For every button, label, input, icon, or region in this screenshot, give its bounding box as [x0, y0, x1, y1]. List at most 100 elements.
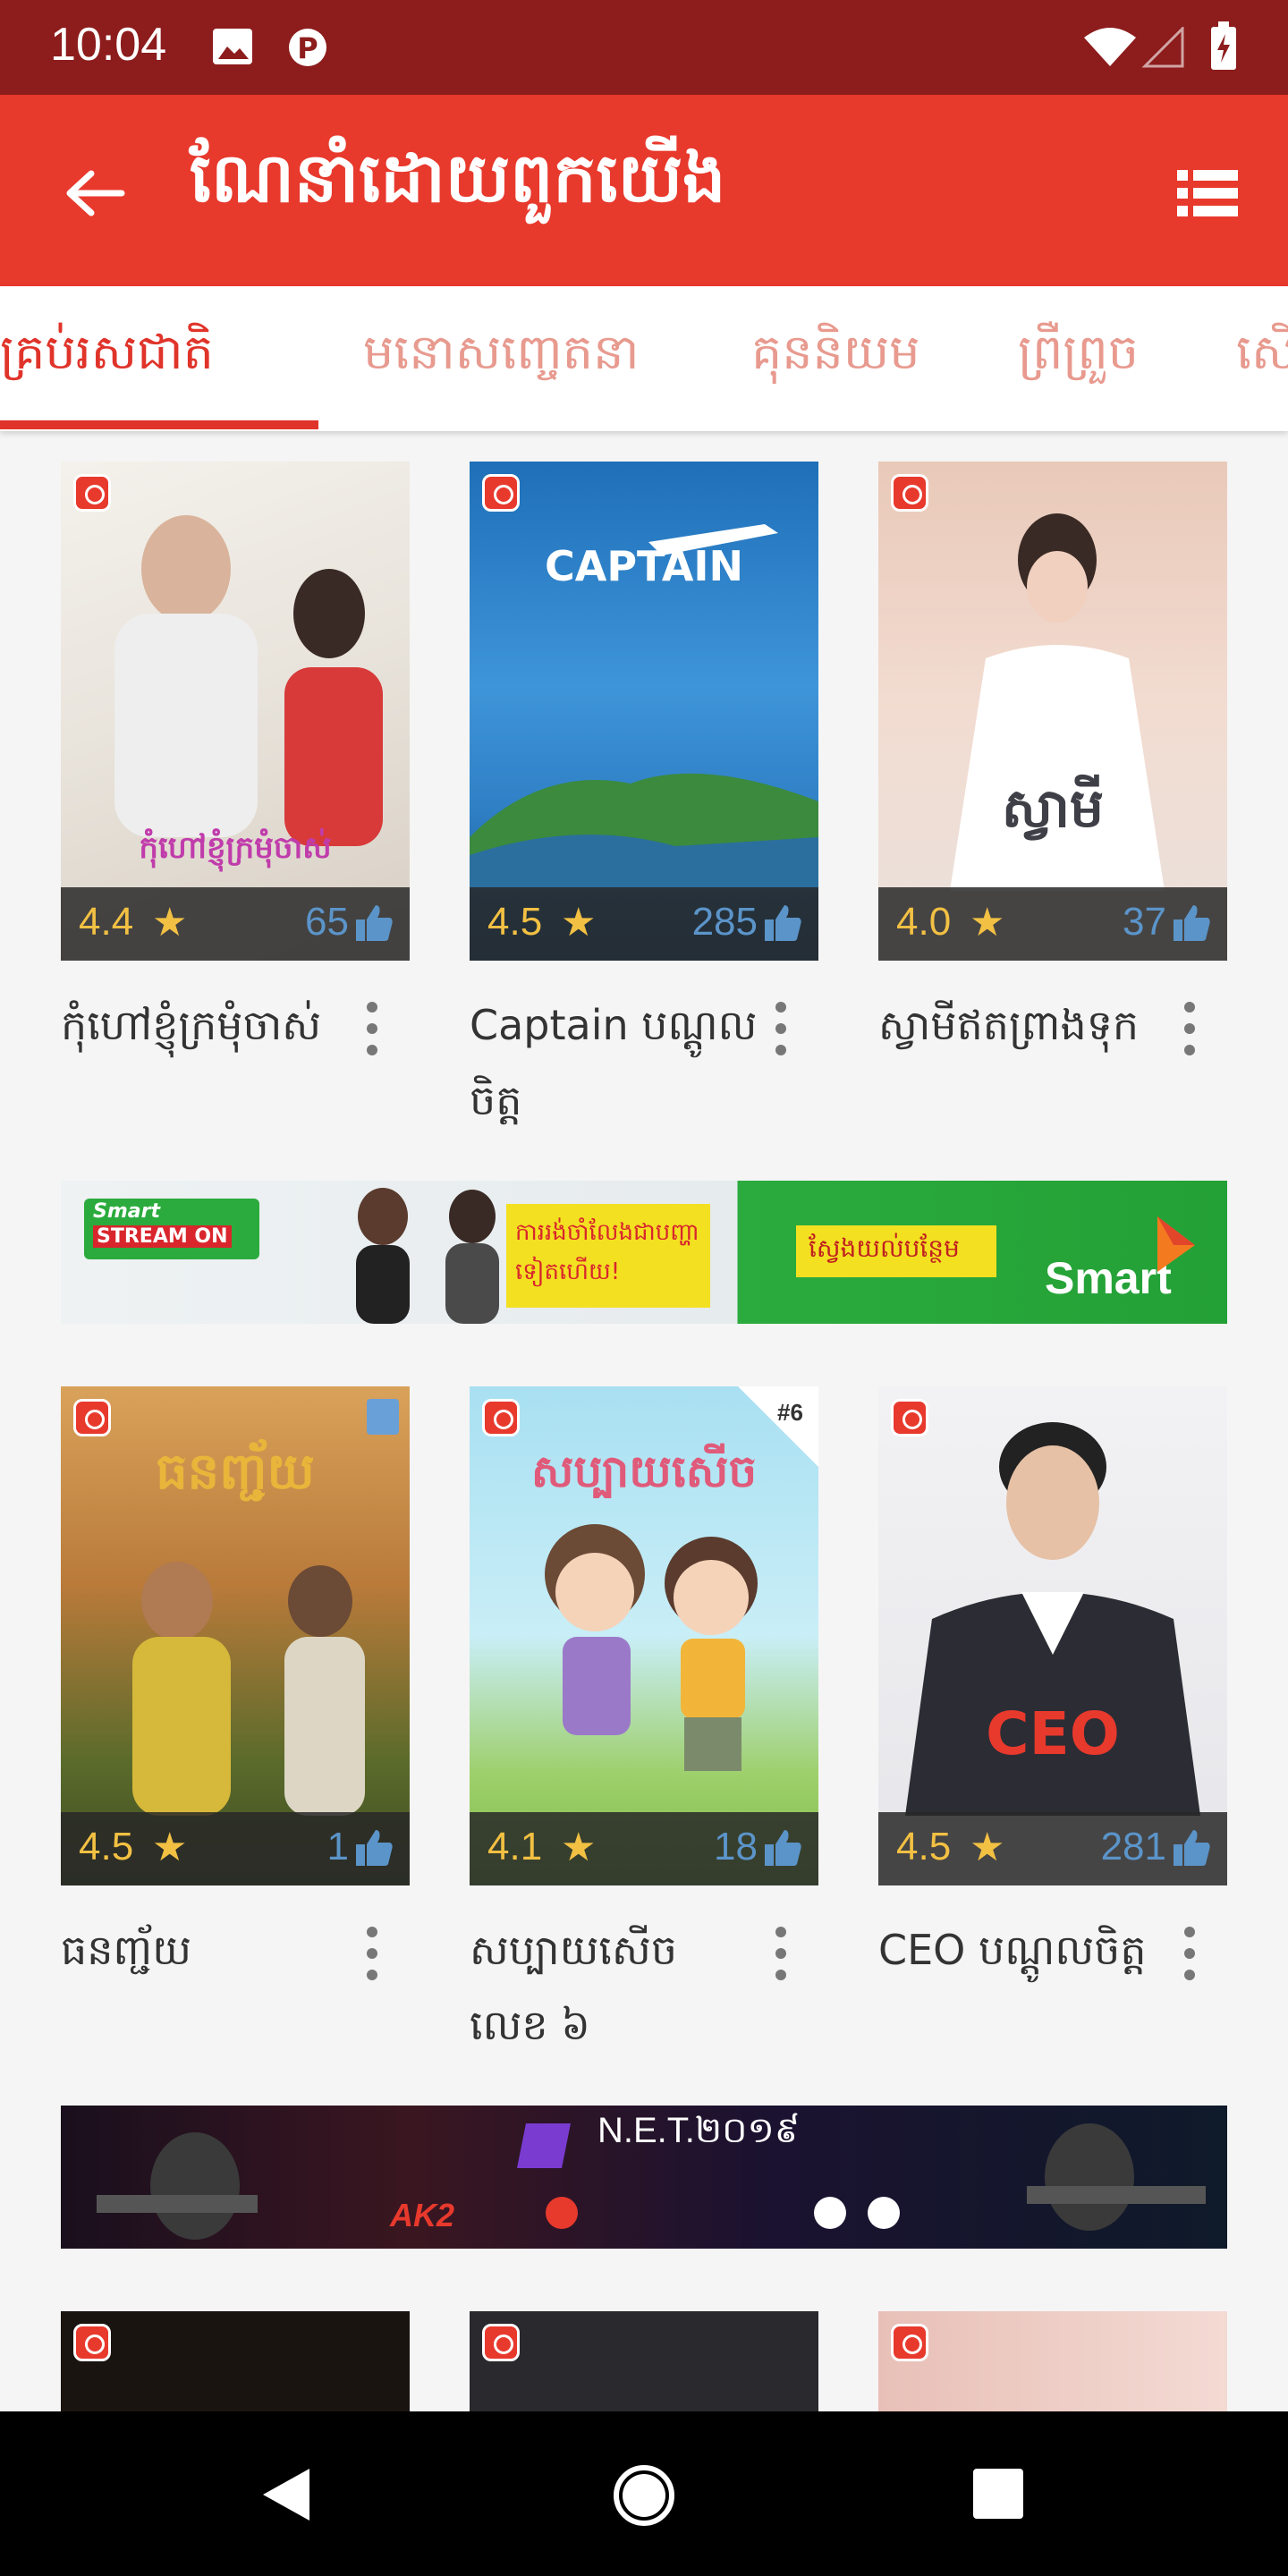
- thumbs-up-icon: [1172, 902, 1213, 943]
- cover-title: សប្បាយសើច: [530, 1445, 758, 1497]
- nav-recents-icon[interactable]: [971, 2467, 1025, 2524]
- star-icon: ★: [152, 900, 188, 945]
- image-notification-icon: [211, 27, 254, 70]
- book-cover[interactable]: #6 សប្បាយសើច 4.1 ★ 18: [470, 1386, 818, 1885]
- rating-bar: 4.0 ★ 37: [878, 887, 1227, 961]
- rating-value: 4.5: [487, 900, 543, 944]
- smart-stream-on-banner[interactable]: Smart STREAM ON ការរង់ចាំលែងជាបញ្ហាទៀតហើ…: [61, 1181, 1227, 1324]
- book-title[interactable]: កុំហៅខ្ញុំក្រមុំចាស់: [61, 987, 356, 1063]
- star-icon: ★: [561, 900, 597, 945]
- star-icon: ★: [970, 1825, 1005, 1870]
- star-icon: ★: [152, 1825, 188, 1870]
- cell-signal-icon: [1141, 25, 1186, 72]
- nav-home-icon[interactable]: [612, 2463, 676, 2531]
- cover-title: ធនញ្ជ័យ: [156, 1443, 315, 1501]
- book-cover[interactable]: CAPTAIN 4.5 ★ 285: [470, 462, 818, 961]
- svg-text:P: P: [297, 31, 318, 65]
- smart-brand-label: Smart: [93, 1200, 160, 1223]
- status-bar: 10:04 P: [0, 0, 1288, 95]
- book-title[interactable]: CEO បណ្តូលចិត្ត: [878, 1912, 1174, 1987]
- rating-value: 4.5: [896, 1825, 952, 1868]
- learn-more-label: ស្វែងយល់បន្ថែម: [809, 1233, 960, 1263]
- app-bar: ណែនាំដោយពួកយើង: [0, 95, 1288, 286]
- thumbs-up-icon: [763, 902, 804, 943]
- publisher-badge-icon: [73, 2324, 111, 2361]
- ak2-sponsor-logo: AK2: [390, 2197, 455, 2233]
- net-esports-banner[interactable]: N.E.T.២០១៩ AK2: [61, 2106, 1227, 2249]
- more-options-icon[interactable]: [345, 998, 399, 1061]
- publisher-badge-icon: [482, 474, 520, 512]
- battery-icon: [1209, 21, 1238, 75]
- book-cover[interactable]: ស្វាមី 4.0 ★ 37: [878, 462, 1227, 961]
- tab-romance[interactable]: មនោសញ្ចេតនា: [363, 322, 640, 393]
- publisher-badge-icon: [891, 474, 928, 512]
- book-cover[interactable]: [878, 2311, 1227, 2411]
- likes-count: 285: [691, 900, 758, 944]
- tab-virtue[interactable]: គុននិយម: [751, 322, 920, 393]
- smart-logo-icon: [1157, 1216, 1195, 1272]
- cover-title: ស្វាមី: [1001, 777, 1105, 840]
- publisher-badge-icon: [482, 2324, 520, 2361]
- stream-on-label: STREAM ON: [93, 1225, 232, 1248]
- book-title[interactable]: សប្បាយសើច លេខ ៦: [470, 1912, 765, 2063]
- screen: 10:04 P ណែនាំដោយពួកយើង គ្រប់រសជាតិ មនោសញ…: [0, 0, 1288, 2576]
- page-title: ណែនាំដោយពួកយើង: [190, 138, 726, 217]
- rating-value: 4.0: [896, 900, 952, 944]
- likes-count: 1: [326, 1825, 349, 1868]
- publisher-badge-icon: [891, 2324, 928, 2361]
- book-cover[interactable]: [61, 2311, 410, 2411]
- thumbs-up-icon: [354, 902, 395, 943]
- rating-bar: 4.4 ★ 65: [61, 887, 410, 961]
- net-banner-title: N.E.T.២០១៩: [597, 2111, 801, 2150]
- tab-comedy[interactable]: សើ: [1236, 322, 1288, 393]
- book-cover[interactable]: កុំហៅខ្ញុំក្រមុំចាស់ 4.4 ★ 65: [61, 462, 410, 961]
- cover-title: កុំហៅខ្ញុំក្រមុំចាស់: [139, 830, 332, 866]
- book-cover[interactable]: [470, 2311, 818, 2411]
- episode-tag: #6: [777, 1399, 803, 1426]
- likes-count: 37: [1123, 900, 1166, 944]
- publisher-badge-icon: [73, 1399, 111, 1436]
- likes-count: 65: [305, 900, 349, 944]
- book-title[interactable]: ស្វាមីឥតព្រាងទុក: [878, 987, 1174, 1063]
- more-options-icon[interactable]: [1163, 998, 1216, 1061]
- system-navigation-bar: [0, 2411, 1288, 2576]
- likes-count: 281: [1100, 1825, 1166, 1868]
- book-title[interactable]: Captain បណ្តូលចិត្ត: [470, 987, 765, 1138]
- tab-horror[interactable]: ព្រឺព្រួច: [1018, 322, 1139, 393]
- rating-bar: 4.1 ★ 18: [470, 1812, 818, 1885]
- star-icon: ★: [970, 900, 1005, 945]
- publisher-badge-icon: [482, 1399, 520, 1436]
- stream-on-logo: Smart STREAM ON: [84, 1199, 259, 1259]
- book-title[interactable]: ធនញ្ជ័យ: [61, 1912, 356, 1987]
- thumbs-up-icon: [763, 1826, 804, 1868]
- cover-title: CAPTAIN: [544, 542, 744, 590]
- tab-all-genres[interactable]: គ្រប់រសជាតិ: [0, 322, 214, 393]
- more-options-icon[interactable]: [345, 1923, 399, 1986]
- book-cover[interactable]: ធនញ្ជ័យ 4.5 ★ 1: [61, 1386, 410, 1885]
- more-options-icon[interactable]: [1163, 1923, 1216, 1986]
- thumbs-up-icon: [354, 1826, 395, 1868]
- back-arrow-icon[interactable]: [59, 157, 131, 229]
- tv-channel-logo: [367, 1399, 399, 1435]
- active-tab-indicator: [0, 420, 318, 429]
- rating-value: 4.5: [79, 1825, 134, 1868]
- list-view-icon[interactable]: [1177, 168, 1238, 218]
- more-options-icon[interactable]: [754, 1923, 808, 1986]
- thumbs-up-icon: [1172, 1826, 1213, 1868]
- banner-promo-box: ការរង់ចាំលែងជាបញ្ហាទៀតហើយ!: [506, 1204, 710, 1308]
- publisher-badge-icon: [73, 474, 111, 512]
- rating-bar: 4.5 ★ 1: [61, 1812, 410, 1885]
- publisher-badge-icon: [891, 1399, 928, 1436]
- cover-title: CEO: [986, 1699, 1120, 1768]
- status-time: 10:04: [50, 19, 167, 71]
- rating-bar: 4.5 ★ 285: [470, 887, 818, 961]
- category-tabs: គ្រប់រសជាតិ មនោសញ្ចេតនា គុននិយម ព្រឺព្រួ…: [0, 286, 1288, 431]
- rating-bar: 4.5 ★ 281: [878, 1812, 1227, 1885]
- parking-notification-icon: P: [288, 27, 327, 72]
- book-cover[interactable]: CEO 4.5 ★ 281: [878, 1386, 1227, 1885]
- banner-promo-text: ការរង់ចាំលែងជាបញ្ហាទៀតហើយ!: [515, 1219, 699, 1285]
- learn-more-button[interactable]: ស្វែងយល់បន្ថែម: [796, 1225, 996, 1277]
- more-options-icon[interactable]: [754, 998, 808, 1061]
- nav-back-icon[interactable]: [259, 2465, 313, 2528]
- likes-count: 18: [714, 1825, 758, 1868]
